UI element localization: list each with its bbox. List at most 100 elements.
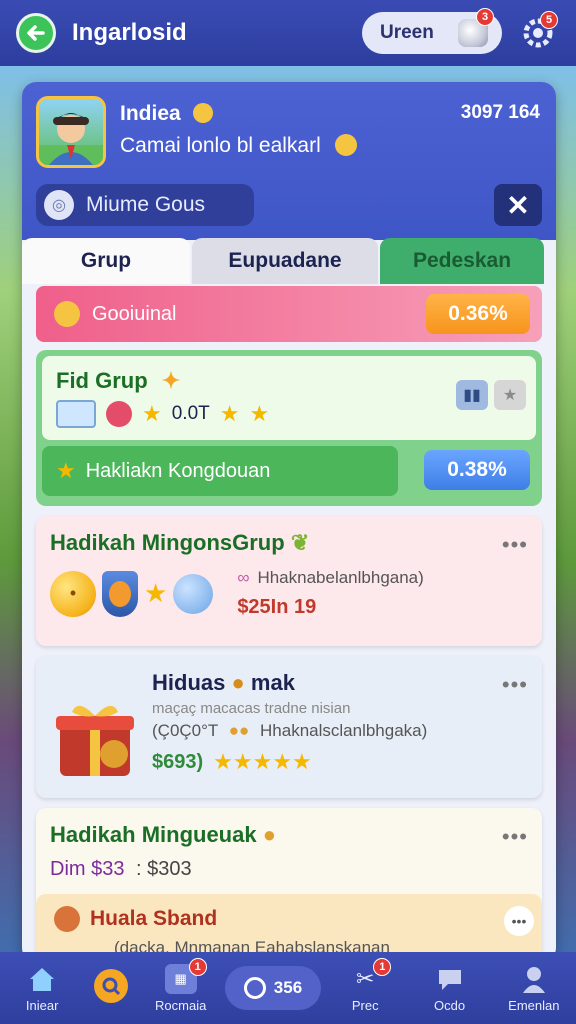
star-icon: ★ bbox=[219, 401, 240, 426]
card-title: Hiduas ● mak bbox=[152, 670, 295, 695]
nav-home-label: Iniear bbox=[25, 997, 59, 1013]
nav-badge: 1 bbox=[373, 957, 392, 976]
avatar[interactable] bbox=[36, 96, 106, 168]
sub-card-title-row: Huala Sband bbox=[54, 906, 524, 932]
reward-details: ∞ Hhaknabelanlbhgana) $25In 19 bbox=[237, 568, 423, 619]
scroll-icon bbox=[56, 400, 96, 428]
more-options-icon[interactable]: ••• bbox=[502, 672, 528, 698]
shield-icon bbox=[102, 570, 138, 617]
character-icon bbox=[54, 906, 80, 932]
sparkle-icon: ✦ bbox=[161, 368, 181, 393]
chart-icon: ▮▮ bbox=[463, 387, 481, 404]
currency-badge: 3 bbox=[476, 8, 494, 26]
rank-label: Gooiuinal bbox=[92, 302, 177, 325]
group-search-pill[interactable]: ◎ Miume Gous bbox=[36, 184, 254, 226]
nav-ocdo-label: Ocdo bbox=[434, 997, 466, 1013]
player-subtitle: Camai lonlo bl ealkarl bbox=[120, 134, 357, 158]
nav-rocmaia[interactable]: ▦ 1 Rocmaia bbox=[141, 957, 221, 1013]
nav-center-button[interactable]: 356 bbox=[224, 966, 321, 1010]
sub-card-more-button[interactable]: ••• bbox=[504, 906, 534, 936]
card-price-row: $693) ★★★★★ bbox=[152, 749, 528, 775]
currency-pill[interactable]: Ureen 3 bbox=[362, 8, 502, 54]
search-label: Miume Gous bbox=[86, 193, 206, 216]
group-actions: ▮▮ ★ bbox=[456, 380, 526, 410]
rank-bar[interactable]: Gooiuinal 0.36% bbox=[36, 286, 542, 342]
cookie-icon: • bbox=[50, 570, 96, 617]
cookie-icon: ● bbox=[262, 822, 277, 847]
group-stats: ★ 0.0T ★ ★ bbox=[56, 400, 269, 428]
more-options-icon[interactable]: ••• bbox=[502, 824, 528, 850]
card-line2: (Ç0Ç0°T ●● Hhaknalsclanlbhgaka) bbox=[152, 721, 428, 740]
home-icon bbox=[26, 964, 58, 994]
card-price-label: Dim $33 bbox=[50, 858, 125, 880]
card-price-value: : $303 bbox=[136, 858, 192, 880]
coin-icon: ●● bbox=[228, 721, 250, 740]
reward-card[interactable]: Hadikah MingonsGrup ❦ ••• • ★ ∞ Hhaknabel… bbox=[36, 516, 542, 646]
coin-icon bbox=[192, 103, 213, 123]
tab-grup[interactable]: Grup bbox=[22, 238, 190, 284]
star-icon: ★ bbox=[144, 578, 168, 608]
reward-icons: • ★ ∞ Hhaknabelanlbhgana) $25In 19 bbox=[50, 568, 528, 619]
bubble-icon bbox=[173, 573, 214, 614]
nav-prec-label: Prec bbox=[351, 997, 379, 1013]
star-icon: ★ bbox=[502, 387, 518, 404]
gift-box-icon bbox=[52, 696, 138, 780]
search-icon bbox=[94, 969, 129, 1003]
bottom-nav: Iniear ▦ 1 Rocmaia 356 ✂ 1 Prec Ocdo Eme… bbox=[0, 952, 576, 1024]
group-card[interactable]: Fid Grup ✦ ★ 0.0T ★ ★ ▮▮ ★ ★ Hakliakn Ko… bbox=[36, 350, 542, 506]
nav-center-label: 356 bbox=[273, 978, 303, 997]
search-icon: ◎ bbox=[44, 190, 74, 220]
star-badge-icon: ★ bbox=[56, 458, 76, 483]
nav-prec[interactable]: ✂ 1 Prec bbox=[325, 957, 405, 1013]
player-name: Indiea bbox=[120, 102, 213, 126]
group-kingdom-bar[interactable]: ★ Hakliakn Kongdouan bbox=[42, 446, 398, 496]
nav-emenlan[interactable]: Emenlan bbox=[494, 964, 574, 1013]
nav-search[interactable] bbox=[86, 969, 136, 1007]
leaf-icon: ❦ bbox=[290, 530, 310, 555]
rating-stars-icon: ★★★★★ bbox=[213, 749, 312, 774]
star-icon: ★ bbox=[249, 401, 270, 426]
card-title: Hadikah Mingueuak ● bbox=[50, 822, 277, 847]
profile-header: Indiea 3097 164 Camai lonlo bl ealkarl ◎… bbox=[22, 82, 556, 240]
top-bar: Ingarlosid Ureen 3 5 bbox=[0, 0, 576, 66]
card-price-row: Dim $33 : $303 bbox=[50, 858, 528, 881]
nav-rocmaia-label: Rocmaia bbox=[155, 997, 207, 1013]
group-value: 0.0T bbox=[171, 403, 210, 424]
currency-label: Ureen bbox=[380, 22, 434, 43]
nav-emenlan-label: Emenlan bbox=[508, 997, 560, 1013]
tab-pedeskan[interactable]: Pedeskan bbox=[380, 238, 544, 284]
card-title: Hadikah MingonsGrup ❦ bbox=[50, 530, 310, 555]
glasses-icon: ∞ bbox=[237, 568, 250, 587]
rank-percent: 0.36% bbox=[426, 294, 530, 334]
card-line1: maçaç macacas tradne nisian bbox=[152, 700, 351, 717]
tab-eupuadane[interactable]: Eupuadane bbox=[192, 238, 378, 284]
nav-home[interactable]: Iniear bbox=[2, 964, 82, 1013]
chat-icon bbox=[434, 964, 466, 994]
group-kingdom-label: Hakliakn Kongdouan bbox=[85, 459, 271, 482]
reward-card[interactable]: Hadikah Mingueuak ● ••• Dim $33 : $303 H… bbox=[36, 808, 542, 962]
close-button[interactable]: ✕ bbox=[494, 184, 542, 226]
card-price: $693) bbox=[152, 750, 204, 773]
person-icon bbox=[518, 964, 550, 994]
back-button[interactable] bbox=[16, 13, 56, 53]
reward-desc: ∞ Hhaknabelanlbhgana) bbox=[237, 568, 424, 587]
group-percent: 0.38% bbox=[424, 450, 530, 490]
nav-ocdo[interactable]: Ocdo bbox=[410, 964, 490, 1013]
close-icon: ✕ bbox=[506, 189, 530, 221]
chart-button[interactable]: ▮▮ bbox=[456, 380, 488, 410]
group-info: Fid Grup ✦ ★ 0.0T ★ ★ ▮▮ ★ bbox=[42, 356, 536, 440]
app-title: Ingarlosid bbox=[72, 19, 187, 46]
nav-badge: 1 bbox=[188, 957, 207, 976]
more-options-icon[interactable]: ••• bbox=[502, 532, 528, 558]
settings-button[interactable]: 5 bbox=[516, 11, 560, 55]
circle-icon bbox=[243, 977, 266, 999]
character-icon bbox=[54, 301, 80, 327]
character-icon bbox=[106, 401, 132, 427]
group-title: Fid Grup ✦ bbox=[56, 368, 181, 393]
sub-card-title: Huala Sband bbox=[90, 907, 218, 930]
player-stat: 3097 164 bbox=[460, 102, 540, 123]
player-portrait-icon bbox=[39, 113, 103, 165]
main-panel: Indiea 3097 164 Camai lonlo bl ealkarl ◎… bbox=[22, 82, 556, 962]
reward-card[interactable]: ••• Hiduas ● mak maçaç macacas tradne ni… bbox=[36, 656, 542, 798]
favorite-button[interactable]: ★ bbox=[494, 380, 526, 410]
